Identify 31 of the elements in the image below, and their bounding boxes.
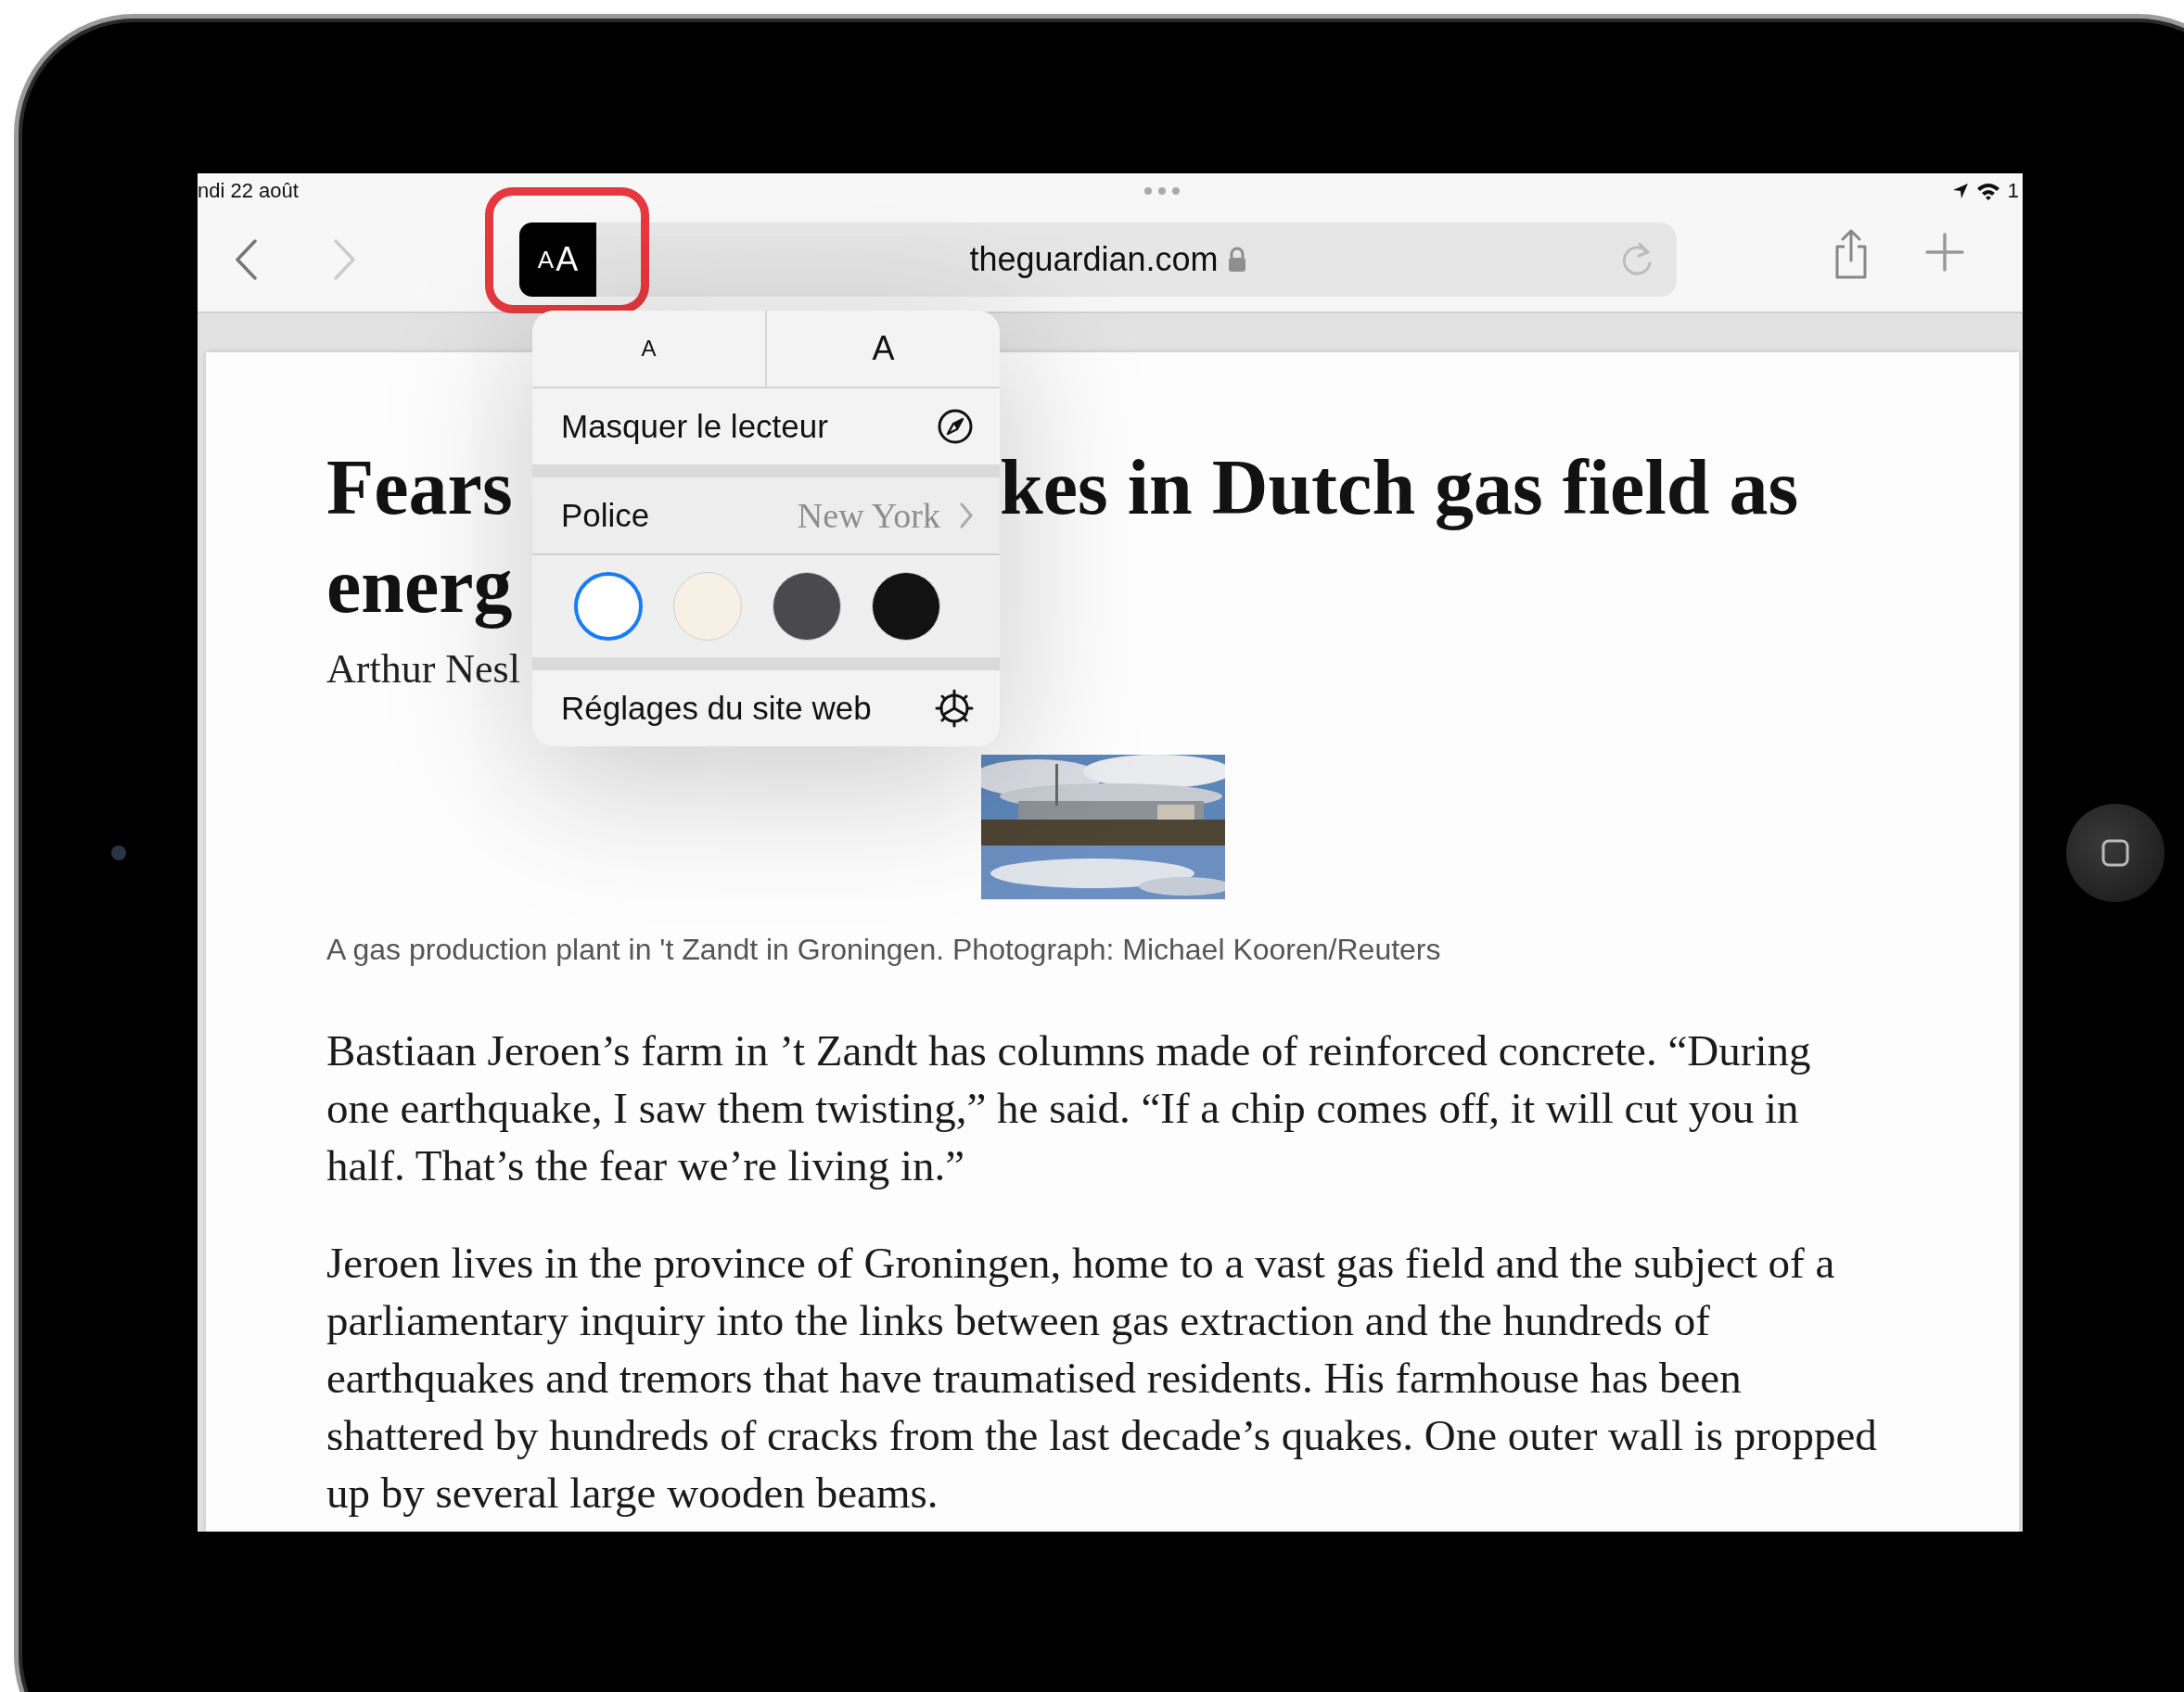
- square-icon: [2101, 838, 2129, 867]
- status-battery-text: 1: [2007, 179, 2019, 203]
- lock-icon: [1227, 247, 1246, 273]
- image-caption: A gas production plant in 't Zandt in Groningen. Photograph: Michael Kooren/Reuters: [326, 932, 1442, 968]
- headline-text: Fears: [326, 442, 513, 532]
- headline-text: energ: [326, 541, 513, 630]
- camera-dot: [111, 845, 126, 860]
- gear-icon: [935, 689, 974, 728]
- article-paragraph: Jeroen lives in the province of Groningen, home to a vast gas field and the subject of a parliamentary inquiry into the links between gas extraction and the hundreds of earthquakes and tremors that have traumatised residents. His farmhouse has been shattered by hundreds of cracks from the last decade’s quakes. One outer wall is propped up by several large wooden beams.: [326, 1238, 1878, 1519]
- menu-item[interactable]: Masquer le lecteur: [532, 388, 1000, 464]
- menu-item-label: Réglages du site web: [561, 690, 872, 727]
- menu-item-label: Masquer le lecteur: [561, 408, 828, 445]
- menu-item-label: Police: [561, 497, 650, 534]
- text-size-button[interactable]: A: [532, 311, 765, 387]
- menu-item[interactable]: Réglages du site web: [532, 670, 1000, 746]
- location-arrow-icon: [1951, 183, 1969, 199]
- reader-button[interactable]: AA: [519, 223, 596, 297]
- font-value: New York: [797, 495, 940, 536]
- wifi-icon: [1975, 182, 2000, 200]
- article-paragraph: Bastiaan Jeroen’s farm in ’t Zandt has columns made of reinforced concrete. “During one earthquake, I saw them twisting,” he said. “If a chip comes off, it will cut you in half. That’s the fear we’re living in.”: [326, 1025, 1812, 1191]
- more-dots-icon[interactable]: [1143, 186, 1181, 196]
- compass-icon: [937, 408, 974, 445]
- byline: Arthur Nesl: [326, 645, 520, 693]
- address-bar[interactable]: AA theguardian.com: [519, 223, 1677, 297]
- url-text: theguardian.com: [969, 240, 1219, 279]
- text-size-button[interactable]: A: [765, 311, 1000, 387]
- font-menu-item[interactable]: Police New York: [532, 477, 1000, 555]
- chevron-icon: [959, 502, 974, 529]
- new-tab-icon[interactable]: [1925, 233, 1964, 272]
- status-date: ndi 22 août: [198, 179, 299, 203]
- headline-text: kes in Dutch gas field as: [1000, 442, 1799, 532]
